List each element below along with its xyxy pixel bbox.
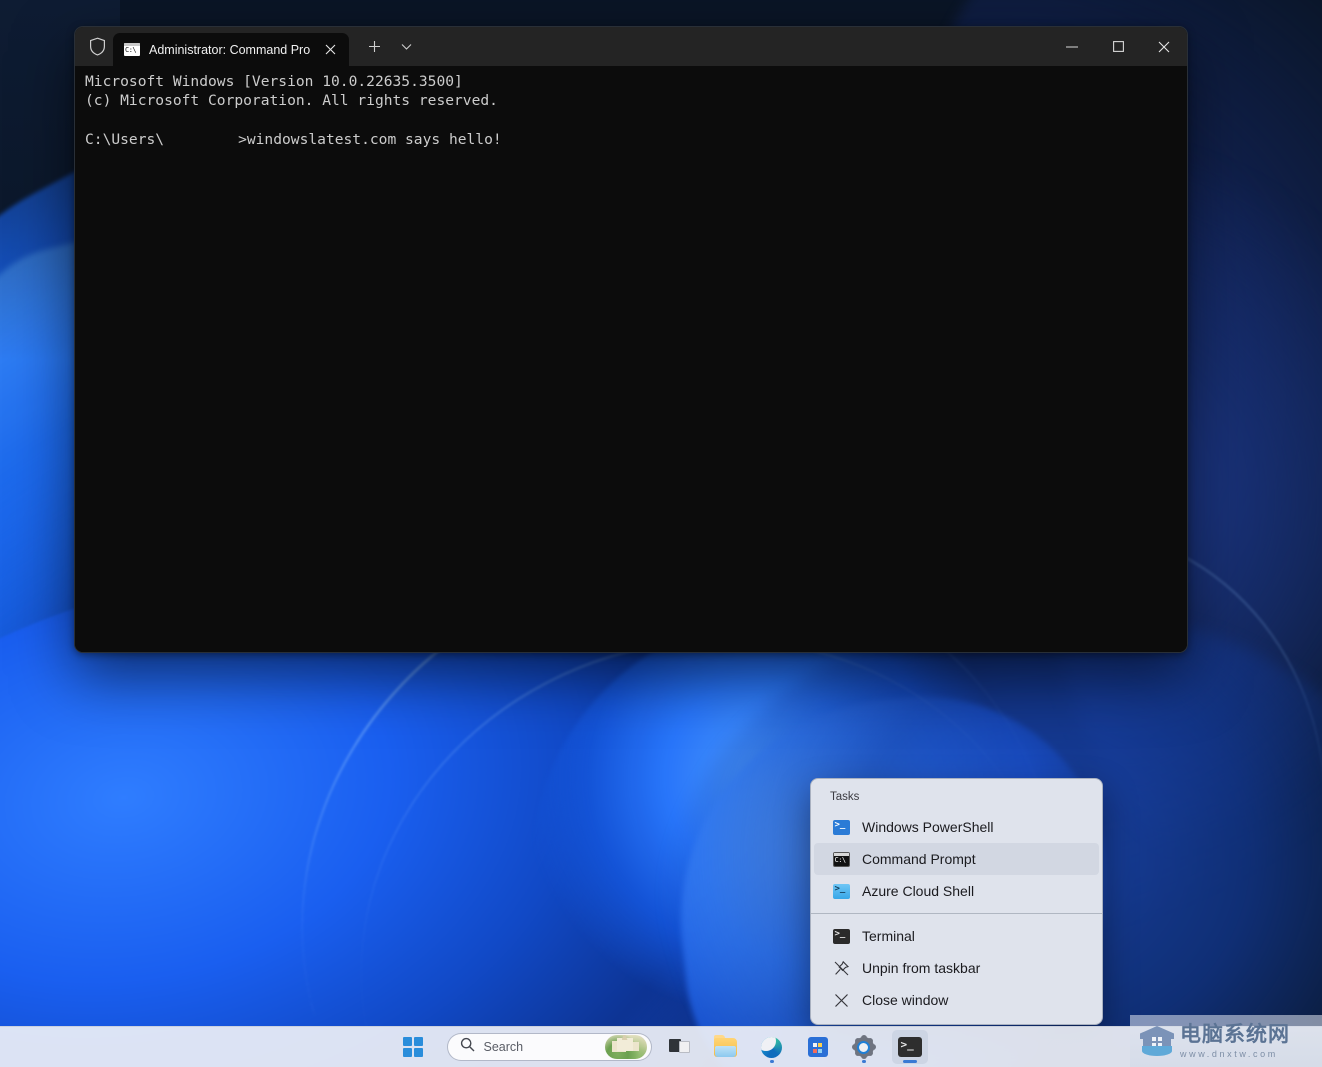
command-prompt-window[interactable]: Administrator: Command Pro bbox=[74, 26, 1188, 653]
running-indicator bbox=[903, 1060, 917, 1063]
search-icon bbox=[460, 1037, 475, 1057]
running-indicator bbox=[862, 1060, 866, 1063]
titlebar-actions bbox=[349, 32, 421, 62]
jumplist-item-label: Close window bbox=[862, 992, 948, 1008]
jumplist-item-label: Terminal bbox=[862, 928, 915, 944]
taskbar-item-settings[interactable] bbox=[846, 1030, 882, 1064]
shield-icon[interactable] bbox=[83, 33, 111, 61]
titlebar-left-group: Administrator: Command Pro bbox=[75, 27, 421, 66]
close-window-button[interactable] bbox=[1141, 27, 1187, 66]
jumplist-item-azure-cloud-shell[interactable]: Azure Cloud Shell bbox=[814, 875, 1099, 907]
taskbar-item-task-view[interactable] bbox=[662, 1030, 698, 1064]
taskbar-items: Search bbox=[395, 1030, 928, 1064]
prompt-command: >windowslatest.com says hello! bbox=[238, 131, 502, 148]
taskbar-item-microsoft-edge[interactable] bbox=[754, 1030, 790, 1064]
console-line: Microsoft Windows [Version 10.0.22635.35… bbox=[85, 72, 1177, 91]
watermark-url: www.dnxtw.com bbox=[1180, 1050, 1290, 1059]
console-line: (c) Microsoft Corporation. All rights re… bbox=[85, 91, 1177, 110]
watermark-title: 电脑系统网 bbox=[1180, 1024, 1290, 1045]
taskbar-item-windows-terminal[interactable] bbox=[892, 1030, 928, 1064]
new-tab-button[interactable] bbox=[359, 32, 389, 62]
close-icon bbox=[832, 991, 850, 1009]
console-blank-line bbox=[85, 111, 1177, 130]
gear-icon bbox=[854, 1037, 874, 1057]
maximize-button[interactable] bbox=[1095, 27, 1141, 66]
jumplist-item-label: Command Prompt bbox=[862, 851, 976, 867]
chevron-down-icon[interactable] bbox=[391, 32, 421, 62]
watermark-house-icon bbox=[1140, 1025, 1174, 1057]
taskbar-jumplist-menu[interactable]: Tasks Windows PowerShell Command Prompt … bbox=[810, 778, 1103, 1025]
command-prompt-icon bbox=[832, 850, 850, 868]
window-controls bbox=[1049, 27, 1187, 66]
command-prompt-icon bbox=[124, 43, 140, 56]
jumplist-item-windows-powershell[interactable]: Windows PowerShell bbox=[814, 811, 1099, 843]
microsoft-store-icon bbox=[808, 1037, 828, 1057]
terminal-icon bbox=[898, 1037, 922, 1057]
jumplist-item-label: Azure Cloud Shell bbox=[862, 883, 974, 899]
minimize-button[interactable] bbox=[1049, 27, 1095, 66]
jumplist-separator bbox=[811, 913, 1102, 914]
task-view-icon bbox=[669, 1039, 690, 1056]
tab-label: Administrator: Command Pro bbox=[149, 43, 310, 57]
console-prompt-line: C:\Users\ >windowslatest.com says hello! bbox=[85, 130, 1177, 149]
jumplist-item-label: Unpin from taskbar bbox=[862, 960, 980, 976]
file-explorer-icon bbox=[714, 1038, 737, 1057]
prompt-path: C:\Users\ bbox=[85, 131, 164, 148]
watermark-text: 电脑系统网 www.dnxtw.com bbox=[1180, 1024, 1290, 1059]
search-input[interactable]: Search bbox=[447, 1033, 652, 1061]
taskbar-item-microsoft-store[interactable] bbox=[800, 1030, 836, 1064]
close-icon[interactable] bbox=[319, 39, 341, 61]
jumplist-item-command-prompt[interactable]: Command Prompt bbox=[814, 843, 1099, 875]
taskbar-item-file-explorer[interactable] bbox=[708, 1030, 744, 1064]
jumplist-header: Tasks bbox=[811, 785, 1102, 811]
unpin-icon bbox=[832, 959, 850, 977]
running-indicator bbox=[770, 1060, 774, 1063]
start-button[interactable] bbox=[395, 1030, 431, 1064]
jumplist-item-terminal[interactable]: Terminal bbox=[814, 920, 1099, 952]
microsoft-edge-icon bbox=[761, 1037, 782, 1058]
window-title-bar[interactable]: Administrator: Command Pro bbox=[75, 27, 1187, 66]
console-output-area[interactable]: Microsoft Windows [Version 10.0.22635.35… bbox=[75, 66, 1187, 652]
azure-cloud-shell-icon bbox=[832, 882, 850, 900]
windows-logo-icon bbox=[403, 1037, 423, 1057]
castle-image[interactable] bbox=[605, 1035, 647, 1059]
taskbar[interactable]: Search bbox=[0, 1026, 1322, 1067]
tab-administrator-command-prompt[interactable]: Administrator: Command Pro bbox=[113, 33, 349, 66]
titlebar-drag-area[interactable] bbox=[421, 27, 1049, 66]
jumplist-item-label: Windows PowerShell bbox=[862, 819, 994, 835]
jumplist-item-unpin-from-taskbar[interactable]: Unpin from taskbar bbox=[814, 952, 1099, 984]
search-placeholder-text: Search bbox=[484, 1040, 596, 1054]
jumplist-item-close-window[interactable]: Close window bbox=[814, 984, 1099, 1016]
site-watermark: 电脑系统网 www.dnxtw.com bbox=[1130, 1015, 1322, 1067]
powershell-icon bbox=[832, 818, 850, 836]
terminal-icon bbox=[832, 927, 850, 945]
